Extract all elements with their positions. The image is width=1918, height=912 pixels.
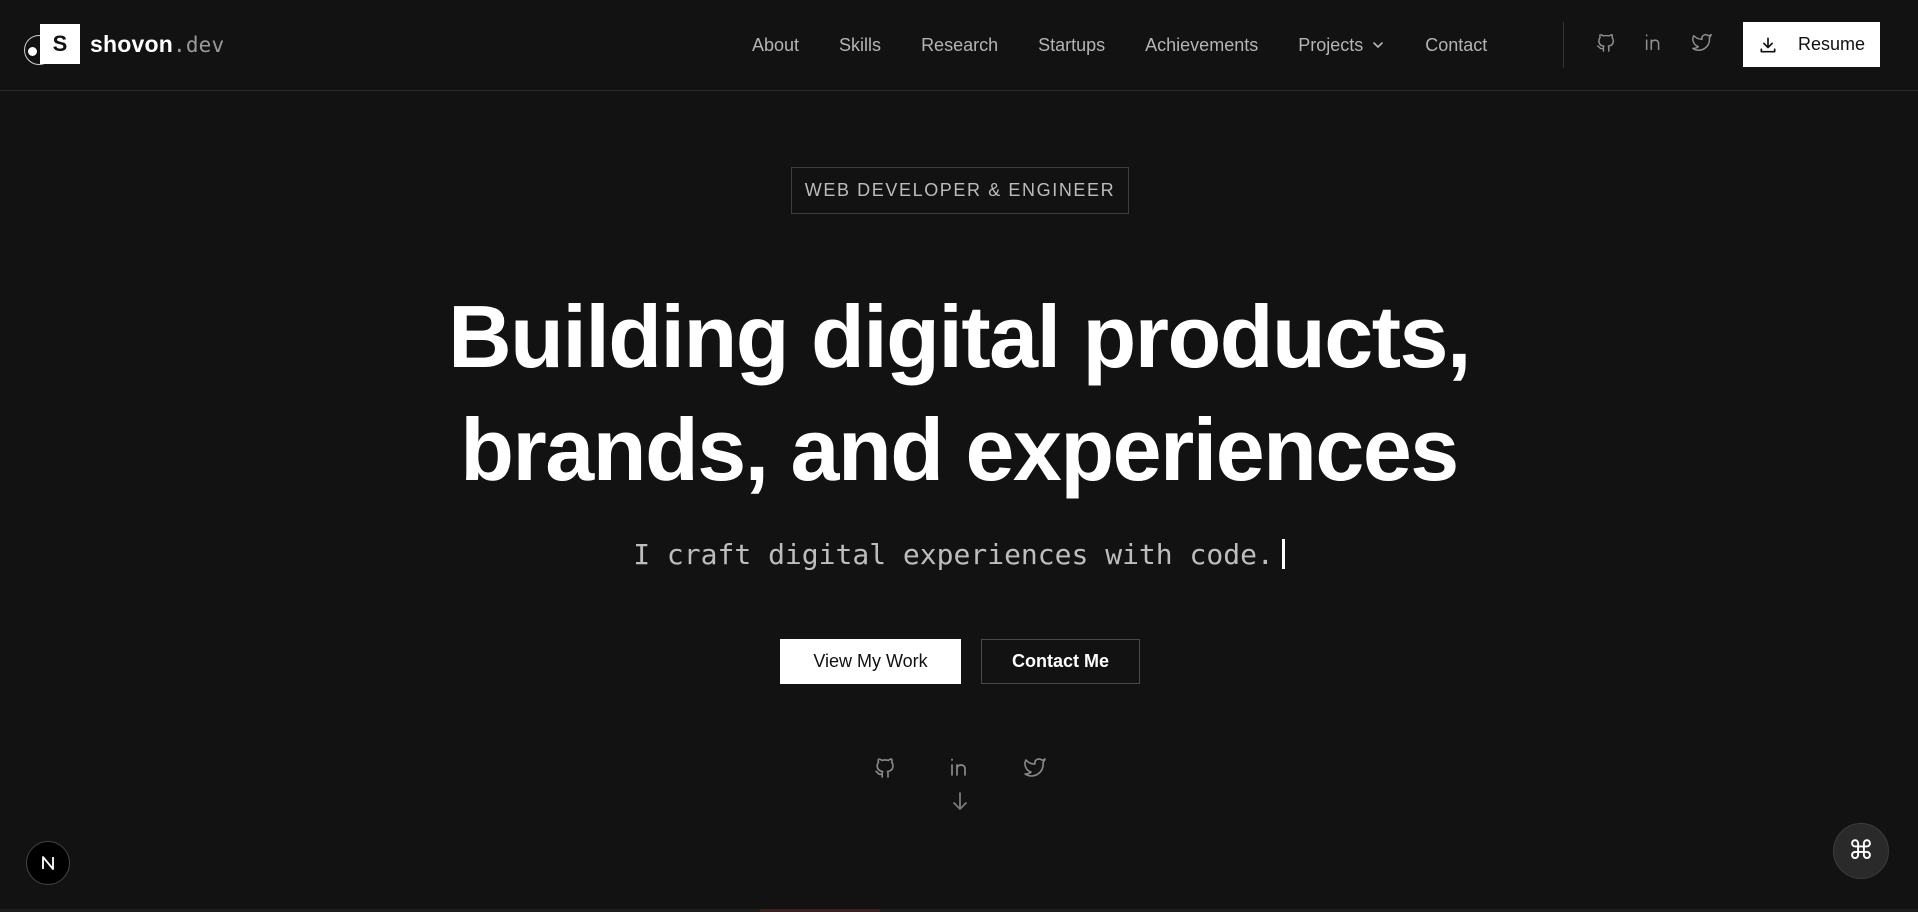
twitter-icon[interactable] <box>1022 754 1047 779</box>
cursor-dot-icon <box>28 47 37 56</box>
text-caret <box>1281 539 1285 569</box>
nav-contact[interactable]: Contact <box>1425 35 1487 56</box>
next-badge[interactable] <box>26 841 70 885</box>
view-my-work-button[interactable]: View My Work <box>780 639 961 684</box>
scroll-down-arrow-icon[interactable] <box>950 790 970 812</box>
download-icon <box>1758 35 1778 55</box>
site-header: S shovon.dev About Skills Research Start… <box>0 0 1918 91</box>
logo-mark: S <box>40 24 80 64</box>
resume-button[interactable]: Resume <box>1743 22 1880 67</box>
twitter-icon[interactable] <box>1690 30 1714 54</box>
contact-me-button[interactable]: Contact Me <box>981 639 1140 684</box>
nav-skills[interactable]: Skills <box>839 35 881 56</box>
linkedin-icon[interactable] <box>947 754 972 779</box>
github-icon[interactable] <box>872 754 897 779</box>
hero-title-line-2: brands, and experiences <box>460 400 1459 499</box>
chevron-down-icon <box>1371 38 1385 52</box>
typed-subtitle: I craft digital experiences with code. <box>0 538 1918 571</box>
nav-startups[interactable]: Startups <box>1038 35 1105 56</box>
logo-tld: .dev <box>172 32 225 57</box>
hero-title-line-1: Building digital products, <box>448 287 1471 386</box>
nav-about[interactable]: About <box>752 35 799 56</box>
logo[interactable]: S shovon.dev <box>24 24 224 65</box>
github-icon[interactable] <box>1594 30 1618 54</box>
hero-title: Building digital products, brands, and e… <box>0 280 1918 506</box>
nav-projects[interactable]: Projects <box>1298 35 1385 56</box>
nav-achievements[interactable]: Achievements <box>1145 35 1258 56</box>
header-social-links <box>1594 30 1714 54</box>
page: S shovon.dev About Skills Research Start… <box>0 0 1918 912</box>
hero-social-links <box>872 754 1047 779</box>
logo-text: shovon.dev <box>90 31 224 58</box>
resume-label: Resume <box>1797 34 1866 54</box>
nav-research[interactable]: Research <box>921 35 998 56</box>
next-logo-icon <box>42 856 54 870</box>
role-tag: WEB DEVELOPER & ENGINEER <box>791 167 1129 214</box>
typed-text: I craft digital experiences with code. <box>633 538 1274 571</box>
nav-divider <box>1563 22 1564 68</box>
main-nav: About Skills Research Startups Achieveme… <box>752 0 1527 90</box>
nav-projects-label: Projects <box>1298 34 1364 55</box>
command-menu-button[interactable]: ⌘ <box>1833 823 1889 879</box>
logo-name: shovon <box>90 30 173 57</box>
linkedin-icon[interactable] <box>1642 30 1666 54</box>
